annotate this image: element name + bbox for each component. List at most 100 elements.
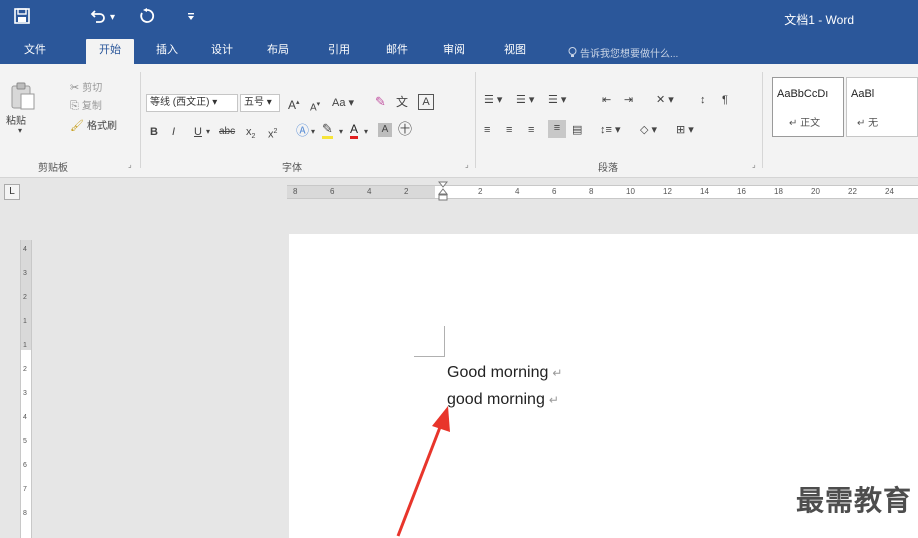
decrease-indent-icon[interactable]: ⇤	[602, 92, 611, 108]
ruler-tick-label: 10	[626, 187, 635, 196]
format-painter-button[interactable]: 🖌 格式刷	[70, 118, 117, 135]
doc-line-2[interactable]: good morning ↵	[447, 391, 559, 409]
group-divider	[762, 72, 763, 168]
distributed-icon[interactable]: ▤	[572, 122, 582, 138]
indent-marker[interactable]	[437, 181, 449, 205]
subscript-button[interactable]: x2	[246, 124, 255, 145]
margin-corner-mark	[414, 326, 445, 357]
bullets-icon[interactable]: ☰ ▾	[484, 92, 502, 108]
tab-mailings[interactable]: 邮件	[380, 41, 414, 64]
font-name-select[interactable]: 等线 (西文正) ▾	[146, 94, 238, 112]
paragraph-launcher-icon[interactable]: ⌟	[752, 160, 756, 169]
paragraph-group-label: 段落	[598, 163, 618, 174]
underline-button[interactable]: U	[194, 124, 202, 140]
tab-stop-selector[interactable]: L	[4, 184, 20, 200]
tab-file[interactable]: 文件	[18, 41, 52, 64]
ribbon-tab-bar: 文件 开始 插入 设计 布局 引用 邮件 审阅 视图 告诉我您想要做什么...	[0, 36, 918, 64]
scissors-icon: ✂	[70, 82, 80, 94]
font-size-value: 五号	[244, 97, 264, 108]
vruler-tick-label: 5	[23, 438, 27, 445]
lightbulb-icon	[568, 47, 577, 61]
tab-references[interactable]: 引用	[322, 41, 356, 64]
customize-quick-access-icon[interactable]	[186, 12, 196, 24]
ruler-tick-label: 4	[367, 187, 372, 196]
copy-button[interactable]: ⎘ 复制	[70, 98, 102, 115]
font-name-value: 等线 (西文正)	[150, 97, 210, 108]
numbering-icon[interactable]: ☰ ▾	[516, 92, 534, 108]
style-name: ↵ 正文	[789, 118, 821, 129]
tab-home[interactable]: 开始	[86, 39, 134, 64]
vruler-tick-label: 3	[23, 270, 27, 277]
font-color-icon[interactable]: A	[350, 122, 359, 139]
doc-line-1[interactable]: Good morning ↵	[447, 364, 562, 382]
superscript-button[interactable]: x2	[268, 124, 277, 143]
highlight-icon[interactable]: ✎	[322, 122, 333, 139]
style-no-spacing[interactable]: AaBl ↵ 无	[846, 77, 918, 137]
ruler-tick-label: 6	[552, 187, 557, 196]
justify-icon[interactable]: ≡	[548, 120, 566, 138]
align-center-icon[interactable]: ≡	[506, 122, 512, 138]
align-right-icon[interactable]: ≡	[528, 122, 534, 138]
text-effects-dropdown-icon[interactable]: ▾	[311, 124, 315, 140]
font-size-select[interactable]: 五号 ▾	[240, 94, 280, 112]
align-left-icon[interactable]: ≡	[484, 122, 490, 138]
save-icon[interactable]	[14, 8, 30, 29]
style-normal[interactable]: AaBbCcDı ↵ 正文	[772, 77, 844, 137]
clear-format-icon[interactable]: ✎	[375, 94, 386, 110]
shading-icon[interactable]: ◇ ▾	[640, 122, 657, 138]
tell-me-search[interactable]: 告诉我您想要做什么...	[568, 45, 678, 61]
borders-icon[interactable]: ⊞ ▾	[676, 122, 694, 138]
paragraph-mark-icon: ↵	[552, 366, 563, 380]
change-case-button[interactable]: Aa ▾	[332, 95, 354, 111]
font-color-dropdown-icon[interactable]: ▾	[364, 124, 368, 140]
tab-view[interactable]: 视图	[498, 41, 532, 64]
paste-button[interactable]: 粘贴 ▾	[6, 82, 40, 140]
vruler-tick-label: 8	[23, 510, 27, 517]
ruler-row: L 8 6 4 2 2 4 6 8 10 12 14 16 18 20 22 24	[0, 178, 918, 206]
ruler-tick-label: 12	[663, 187, 672, 196]
ruler-tick-label: 14	[700, 187, 709, 196]
grow-font-button[interactable]: A▴	[288, 95, 300, 113]
ruler-tick-label: 4	[515, 187, 520, 196]
increase-indent-icon[interactable]: ⇥	[624, 92, 633, 108]
highlight-dropdown-icon[interactable]: ▾	[339, 124, 343, 140]
italic-button[interactable]: I	[172, 124, 175, 140]
char-shading-icon[interactable]: A	[378, 123, 392, 137]
phonetic-guide-icon[interactable]: 文	[396, 94, 408, 110]
vruler-tick-label: 7	[23, 486, 27, 493]
title-bar: ▾ 文档1 - Word	[0, 0, 918, 36]
bold-button[interactable]: B	[150, 124, 158, 140]
cut-button[interactable]: ✂ 剪切	[70, 80, 102, 97]
horizontal-ruler[interactable]: 8 6 4 2 2 4 6 8 10 12 14 16 18 20 22 24	[287, 181, 918, 201]
show-marks-icon[interactable]: ¶	[722, 92, 728, 108]
undo-dropdown-icon[interactable]: ▾	[110, 12, 115, 23]
font-launcher-icon[interactable]: ⌟	[465, 160, 469, 169]
undo-icon[interactable]	[90, 8, 106, 29]
group-divider	[475, 72, 476, 168]
multilevel-list-icon[interactable]: ☰ ▾	[548, 92, 566, 108]
tab-design[interactable]: 设计	[205, 41, 239, 64]
vruler-tick-label: 6	[23, 462, 27, 469]
tab-review[interactable]: 审阅	[437, 41, 471, 64]
strikethrough-button[interactable]: abc	[219, 124, 235, 140]
redo-icon[interactable]	[139, 8, 155, 29]
char-border-icon[interactable]: A	[418, 94, 434, 110]
sort-icon[interactable]: ↕	[700, 92, 706, 108]
cut-label: 剪切	[82, 83, 103, 94]
line-spacing-icon[interactable]: ↕≡ ▾	[600, 122, 621, 138]
vertical-ruler[interactable]: 4 3 2 1 1 2 3 4 5 6 7 8	[20, 240, 32, 538]
style-name-text: 无	[868, 118, 879, 129]
paste-dropdown-icon: ▾	[18, 126, 23, 135]
enclose-char-icon[interactable]: ㊉	[398, 121, 412, 137]
tab-insert[interactable]: 插入	[150, 41, 184, 64]
underline-dropdown-icon[interactable]: ▾	[206, 124, 210, 140]
asian-layout-icon[interactable]: ✕ ▾	[656, 92, 674, 108]
ribbon-home: 粘贴 ▾ ✂ 剪切 ⎘ 复制 🖌 格式刷 剪贴板 ⌟ 等线 (西文正) ▾ 五号…	[0, 64, 918, 178]
ruler-tick-label: 8	[589, 187, 594, 196]
ruler-tick-label: 18	[774, 187, 783, 196]
tab-layout[interactable]: 布局	[261, 41, 295, 64]
text-effects-icon[interactable]: Ⓐ	[296, 123, 309, 139]
shrink-font-button[interactable]: A▾	[310, 97, 320, 116]
doc-line-text: good morning	[447, 391, 545, 408]
clipboard-launcher-icon[interactable]: ⌟	[128, 160, 132, 169]
